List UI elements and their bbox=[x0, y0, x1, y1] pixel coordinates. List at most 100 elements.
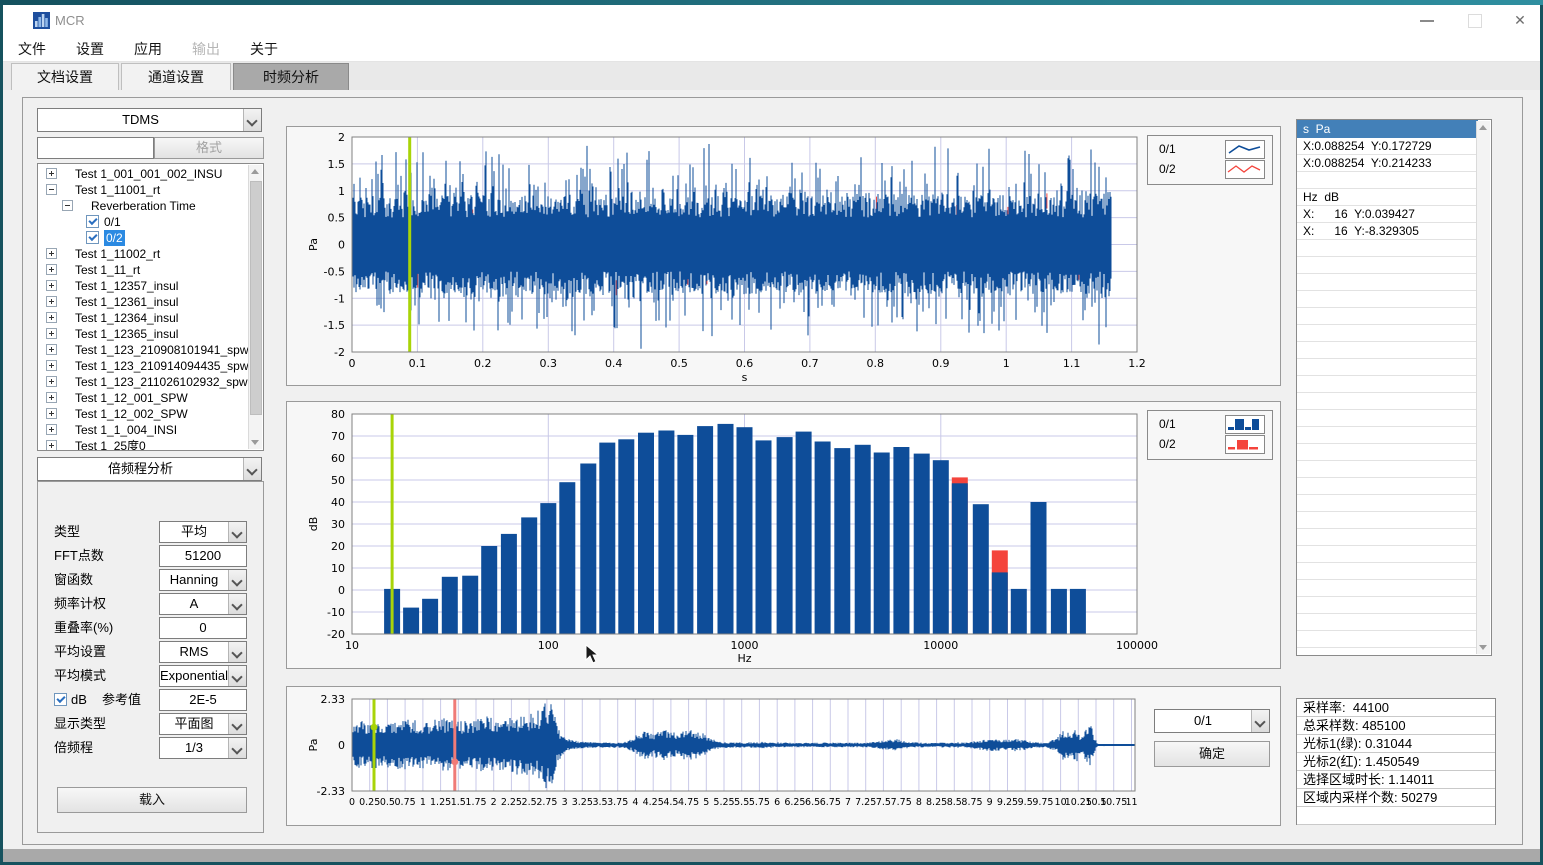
expand-plus-icon[interactable] bbox=[46, 440, 57, 451]
cursor-list-row[interactable] bbox=[1297, 444, 1478, 461]
cursor-list-row[interactable] bbox=[1297, 410, 1478, 427]
expand-plus-icon[interactable] bbox=[46, 280, 57, 291]
display-type-combo[interactable]: 平面图 bbox=[159, 713, 247, 735]
cursor-list-row[interactable] bbox=[1297, 580, 1478, 597]
cursor-list-row[interactable] bbox=[1297, 325, 1478, 342]
close-button[interactable]: ✕ bbox=[1497, 5, 1543, 35]
fft-points-input[interactable]: 51200 bbox=[159, 545, 247, 567]
tree-item[interactable]: Test 1_11002_rt bbox=[38, 246, 250, 262]
menu-item-output[interactable]: 输出 bbox=[177, 35, 235, 63]
menu-item-apply[interactable]: 应用 bbox=[119, 35, 177, 63]
chevron-down-icon[interactable] bbox=[228, 738, 246, 758]
expand-plus-icon[interactable] bbox=[46, 328, 57, 339]
expand-plus-icon[interactable] bbox=[46, 360, 57, 371]
expand-plus-icon[interactable] bbox=[46, 168, 57, 179]
cursor-list-row[interactable] bbox=[1297, 495, 1478, 512]
cursor-list-row[interactable]: X:0.088254 Y:0.214233 bbox=[1297, 155, 1478, 172]
cursor-list-row[interactable] bbox=[1297, 172, 1478, 189]
cursor-list-row[interactable] bbox=[1297, 291, 1478, 308]
type-combo[interactable]: 平均 bbox=[159, 521, 247, 543]
format-button[interactable]: 格式 bbox=[154, 137, 264, 159]
legend-row[interactable]: 0/2 bbox=[1148, 158, 1272, 180]
channel-select-combo[interactable]: 0/1 bbox=[1154, 709, 1270, 733]
octave-combo[interactable]: 1/3 bbox=[159, 737, 247, 759]
expand-plus-icon[interactable] bbox=[46, 296, 57, 307]
expand-plus-icon[interactable] bbox=[46, 264, 57, 275]
scroll-up-icon[interactable] bbox=[1477, 121, 1489, 135]
expand-plus-icon[interactable] bbox=[46, 392, 57, 403]
cursor-list-row[interactable] bbox=[1297, 359, 1478, 376]
tab-doc-settings[interactable]: 文档设置 bbox=[11, 63, 119, 90]
cursor-list-row[interactable] bbox=[1297, 427, 1478, 444]
expand-plus-icon[interactable] bbox=[46, 408, 57, 419]
tree-item[interactable]: Test 1_12357_insul bbox=[38, 278, 250, 294]
avg-setting-combo[interactable]: RMS bbox=[159, 641, 247, 663]
cursor-list-row[interactable] bbox=[1297, 546, 1478, 563]
tree-item[interactable]: Test 1_12365_insul bbox=[38, 326, 250, 342]
tree-item[interactable]: Test 1_11001_rt bbox=[38, 182, 250, 198]
tab-time-freq-analysis[interactable]: 时频分析 bbox=[233, 63, 349, 90]
cursor-list-row[interactable]: Hz dB bbox=[1297, 189, 1478, 206]
load-button[interactable]: 载入 bbox=[57, 787, 247, 813]
tree-item[interactable]: Test 1_12_001_SPW bbox=[38, 390, 250, 406]
tree-item[interactable]: Test 1_123_210914094435_spw bbox=[38, 358, 250, 374]
freq-weighting-combo[interactable]: A bbox=[159, 593, 247, 615]
chevron-down-icon[interactable] bbox=[228, 522, 246, 542]
chevron-down-icon[interactable] bbox=[243, 109, 261, 131]
overlap-input[interactable]: 0 bbox=[159, 617, 247, 639]
tree-scrollbar[interactable] bbox=[248, 165, 262, 449]
scroll-down-icon[interactable] bbox=[1477, 640, 1489, 654]
collapse-minus-icon[interactable] bbox=[46, 184, 57, 195]
chevron-down-icon[interactable] bbox=[243, 458, 261, 480]
minimize-button[interactable] bbox=[1404, 5, 1450, 35]
cursor-list-row[interactable]: X: 16 Y:0.039427 bbox=[1297, 206, 1478, 223]
cursor-list-row[interactable] bbox=[1297, 614, 1478, 631]
cursor-list-row[interactable] bbox=[1297, 240, 1478, 257]
cursor2-red-marker[interactable] bbox=[451, 758, 458, 765]
expand-plus-icon[interactable] bbox=[46, 248, 57, 259]
cursor-list-row[interactable] bbox=[1297, 631, 1478, 648]
confirm-button[interactable]: 确定 bbox=[1154, 741, 1270, 767]
cursor-list-scrollbar[interactable] bbox=[1476, 121, 1490, 654]
cursor-list-row[interactable] bbox=[1297, 461, 1478, 478]
tree-item[interactable]: 0/2 bbox=[38, 230, 250, 246]
tree-item[interactable]: Test 1_12361_insul bbox=[38, 294, 250, 310]
menu-item-settings[interactable]: 设置 bbox=[61, 35, 119, 63]
cursor-list-header[interactable]: s Pa bbox=[1297, 120, 1478, 138]
tree-item[interactable]: Test 1_123_211026102932_spw bbox=[38, 374, 250, 390]
tree-item[interactable]: Test 1_12_002_SPW bbox=[38, 406, 250, 422]
window-function-combo[interactable]: Hanning bbox=[159, 569, 247, 591]
menu-item-about[interactable]: 关于 bbox=[235, 35, 293, 63]
cursor-list-row[interactable] bbox=[1297, 308, 1478, 325]
cursor-list-row[interactable] bbox=[1297, 393, 1478, 410]
tree-checkbox[interactable] bbox=[86, 231, 99, 244]
db-ref-input[interactable]: 2E-5 bbox=[159, 689, 247, 711]
cursor-list-row[interactable] bbox=[1297, 376, 1478, 393]
expand-plus-icon[interactable] bbox=[46, 376, 57, 387]
tree-scrollbar-thumb[interactable] bbox=[250, 181, 262, 415]
tree-item[interactable]: 0/1 bbox=[38, 214, 250, 230]
tree-checkbox[interactable] bbox=[86, 215, 99, 228]
chevron-down-icon[interactable] bbox=[228, 714, 246, 734]
analysis-type-combo[interactable]: 倍频程分析 bbox=[37, 457, 262, 481]
tree-item[interactable]: Test 1_12364_insul bbox=[38, 310, 250, 326]
expand-plus-icon[interactable] bbox=[46, 344, 57, 355]
legend-row[interactable]: 0/1 bbox=[1148, 413, 1272, 435]
tree-item[interactable]: Test 1_11_rt bbox=[38, 262, 250, 278]
chevron-down-icon[interactable] bbox=[228, 642, 246, 662]
scroll-down-icon[interactable] bbox=[249, 435, 261, 449]
avg-mode-combo[interactable]: Exponential bbox=[159, 665, 247, 687]
cursor-list-row[interactable] bbox=[1297, 274, 1478, 291]
chevron-down-icon[interactable] bbox=[228, 594, 246, 614]
tree-item[interactable]: Test 1_25度0 bbox=[38, 438, 250, 451]
cursor-list-row[interactable] bbox=[1297, 342, 1478, 359]
legend-row[interactable]: 0/1 bbox=[1148, 138, 1272, 160]
tab-channel-settings[interactable]: 通道设置 bbox=[121, 63, 231, 90]
cursor1-green-marker[interactable] bbox=[371, 724, 378, 731]
chevron-down-icon[interactable] bbox=[228, 570, 246, 590]
db-ref-checkbox[interactable] bbox=[54, 693, 67, 706]
tree-item[interactable]: Reverberation Time bbox=[38, 198, 250, 214]
scroll-up-icon[interactable] bbox=[249, 165, 261, 179]
cursor-list-row[interactable] bbox=[1297, 563, 1478, 580]
tree-item[interactable]: Test 1_123_210908101941_spw bbox=[38, 342, 250, 358]
